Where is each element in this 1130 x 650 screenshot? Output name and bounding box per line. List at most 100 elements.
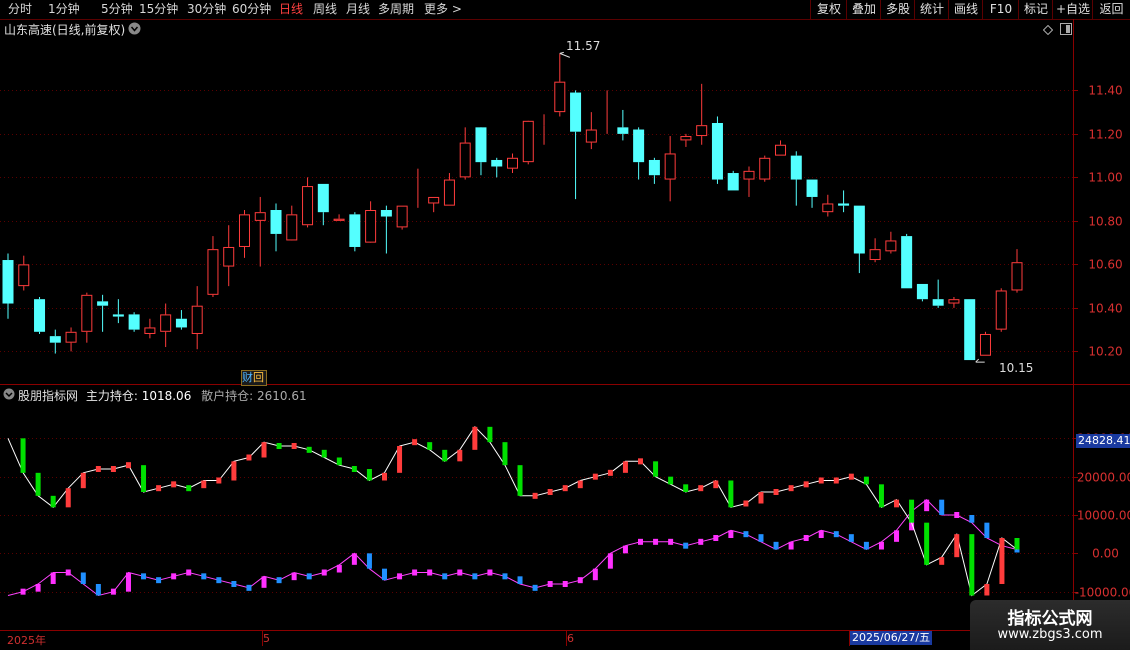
candle-body	[680, 136, 692, 141]
candle-body	[2, 260, 14, 304]
retail-position-bar	[336, 564, 342, 573]
candle	[995, 288, 1007, 332]
retail-position-bar	[758, 534, 764, 542]
retail-position-bar	[863, 541, 869, 550]
candle	[648, 157, 660, 184]
stock-chart[interactable]: 10.20 10.40 10.60 10.80 11.00 11.20 11.40 -1000…	[0, 0, 1130, 650]
retail-position-bar	[201, 573, 207, 580]
main-position-bar	[306, 446, 312, 453]
main-position-bar	[427, 442, 433, 450]
retail-position-bar	[35, 584, 41, 592]
main-position-bar	[638, 458, 644, 465]
retail-position-bar	[502, 573, 508, 580]
candle	[932, 279, 944, 308]
candle	[885, 231, 897, 254]
main-position-bar	[999, 538, 1005, 584]
retail-position-bar	[517, 576, 523, 584]
retail-position-bar	[668, 538, 674, 545]
candle-body	[238, 214, 250, 247]
main-position-bar	[246, 454, 252, 461]
retail-position-bar	[547, 581, 553, 587]
candle-body	[317, 183, 329, 213]
main-position-bar	[954, 534, 960, 558]
main-position-bar	[894, 499, 900, 508]
main-position-bar	[833, 477, 839, 484]
watermark-url: www.zbgs3.com	[997, 627, 1103, 642]
candle	[916, 283, 928, 302]
candle	[333, 214, 345, 221]
main-position-bar	[517, 465, 523, 496]
price-tick-label-2: 10.60	[1088, 258, 1122, 272]
indicator-tick-label-0: -10000.00	[1075, 586, 1130, 600]
main-position-bar	[502, 442, 508, 466]
candle	[238, 210, 250, 258]
price-tick-label-6: 11.40	[1088, 84, 1122, 98]
main-position-bar	[713, 480, 719, 489]
main-position-bar	[1014, 538, 1020, 550]
retail-position-bar	[577, 577, 583, 584]
candle	[302, 177, 314, 228]
main-position-bar	[743, 500, 749, 507]
candle	[254, 196, 266, 267]
main-position-bar	[547, 489, 553, 495]
main-position-bar	[50, 495, 56, 508]
site-watermark: 指标公式网 www.zbgs3.com	[970, 600, 1130, 650]
candle-body	[948, 299, 960, 304]
time-label-year: 2025年	[7, 634, 46, 647]
main-position-bar	[728, 480, 734, 508]
candle	[869, 238, 881, 263]
main-position-bar	[321, 449, 327, 458]
main-position-bar	[969, 534, 975, 596]
main-position-bar	[171, 481, 177, 488]
candle-body	[160, 314, 172, 332]
candle	[270, 203, 282, 252]
time-label-may: 5	[263, 632, 270, 645]
indicator-header: 股朋指标网 主力持仓: 1018.06 散户持仓: 2610.61	[18, 387, 307, 404]
candle	[901, 233, 913, 289]
candle	[65, 327, 77, 352]
candle-body	[191, 305, 203, 334]
candle-body	[475, 127, 487, 163]
financial-report-marker[interactable]: 财回	[241, 370, 267, 386]
low-price-label: 10.15	[999, 361, 1034, 375]
candle-body	[964, 299, 976, 361]
main-position-bar	[818, 477, 824, 484]
candle-body	[18, 264, 30, 287]
candle-body	[380, 210, 392, 217]
diamond-icon[interactable]	[1042, 24, 1054, 38]
candle-body	[128, 314, 140, 330]
candle-body	[522, 120, 534, 163]
candle	[570, 90, 582, 200]
candle	[97, 294, 109, 332]
candle-body	[617, 127, 629, 134]
main-position-bar	[276, 443, 282, 449]
indicator-menu-icon[interactable]	[3, 388, 15, 403]
retail-position-bar	[818, 530, 824, 538]
main-position-bar	[201, 480, 207, 489]
main-position-bar	[156, 485, 162, 492]
title-dropdown-icon[interactable]	[128, 22, 141, 38]
candle	[696, 83, 708, 145]
price-tick-label-3: 10.80	[1088, 215, 1122, 229]
retail-position-bar	[110, 588, 116, 595]
candle	[317, 183, 329, 226]
candle-body	[81, 294, 93, 332]
candle	[459, 127, 471, 180]
candle-body	[790, 155, 802, 180]
retail-position-bar	[351, 553, 357, 565]
main-position-bar	[65, 488, 71, 508]
retail-position-bar	[50, 572, 56, 584]
candle	[286, 205, 298, 241]
candle-body	[727, 173, 739, 191]
indicator-name: 股朋指标网	[18, 389, 79, 403]
candle	[664, 136, 676, 202]
retail-position-value: 2610.61	[257, 389, 307, 403]
main-position-bar	[216, 477, 222, 484]
main-position-line	[7, 426, 1018, 597]
candle-body	[254, 212, 266, 221]
retail-position-bar	[186, 569, 192, 576]
retail-position-bar	[171, 573, 177, 580]
window-toggle-icon[interactable]	[1060, 23, 1072, 38]
retail-position-bar	[80, 572, 86, 584]
main-position-bar	[668, 476, 674, 485]
